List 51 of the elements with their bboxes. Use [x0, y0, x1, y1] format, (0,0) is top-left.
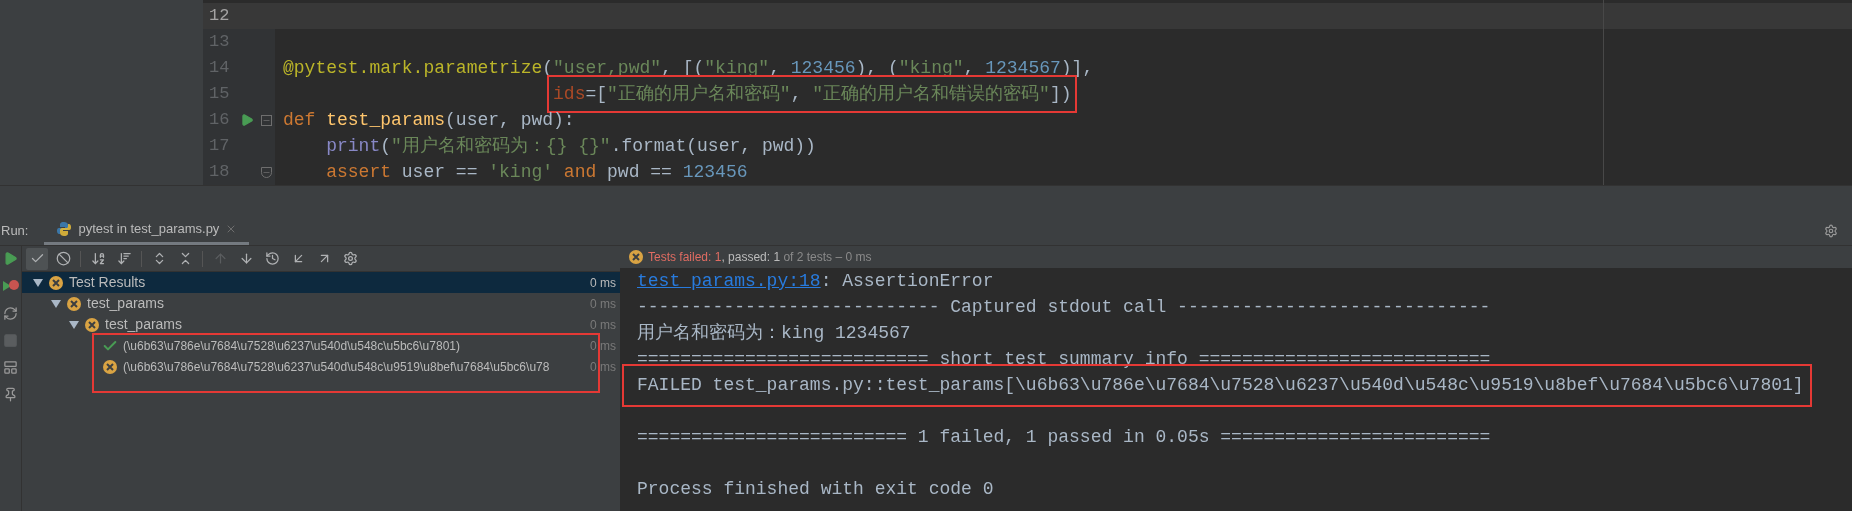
settings-icon [342, 251, 358, 266]
tree-label: Test Results [69, 273, 146, 292]
sort-icon [116, 251, 132, 266]
layout-icon[interactable] [3, 360, 18, 375]
settings-icon[interactable] [1824, 223, 1838, 238]
output-line: =========================== short test summary info =========================== [637, 347, 1491, 371]
python-icon [56, 221, 73, 237]
line-number: 12 [208, 5, 231, 28]
refresh-icon[interactable] [3, 306, 18, 321]
output-text: : AssertionError [820, 269, 994, 293]
output-line: ========================= 1 failed, 1 passed in 0.05s ========================= [637, 425, 1491, 449]
duration-text: 0 ms [590, 274, 616, 292]
ban-icon [55, 251, 71, 266]
tree-row[interactable]: test_params 0 ms [22, 293, 620, 314]
duration-text: 0 ms [590, 295, 616, 313]
code-line: def test_params(user, pwd): [283, 110, 575, 130]
code-line: ids=["正确的用户名和密码", "正确的用户名和错误的密码"]) [553, 83, 1072, 106]
clock-icon [264, 251, 280, 266]
rerun-failed-icon[interactable] [1, 278, 20, 294]
tree-label: test_params [87, 294, 165, 313]
output-line: 用户名和密码为：king 1234567 [637, 321, 911, 345]
show-passed-button[interactable] [26, 247, 48, 270]
panel-label: Run: [0, 221, 30, 240]
tree-row[interactable]: Test Results 0 ms [22, 272, 620, 293]
sort-alpha-icon [90, 251, 106, 266]
run-tab[interactable]: pytest in test_params.py [44, 216, 250, 245]
code-line: assert user == 'king' and pwd == 123456 [326, 162, 748, 182]
tree-label: (\u6b63\u786e\u7684\u7528\u6237\u540d\u548c\u9519\u8bef\u7684\u5bc6\u78 [123, 358, 550, 376]
test-status-text: Tests failed: 1, passed: 1 of 2 tests – 0 ms [648, 249, 872, 266]
tree-label: (\u6b63\u786e\u7684\u7528\u6237\u540d\u548c\u5bc6\u7801) [123, 337, 460, 355]
run-icon[interactable] [240, 113, 254, 127]
down-arrow-icon [238, 251, 254, 266]
fold-icon[interactable] [260, 114, 272, 126]
run-icon[interactable] [3, 251, 18, 266]
tree-row[interactable]: (\u6b63\u786e\u7684\u7528\u6237\u540d\u548c\u9519\u8bef\u7684\u5bc6\u78 0 ms [22, 356, 620, 377]
output-line: ---------------------------- Captured stdout call ----------------------------- [637, 295, 1491, 319]
tree-row[interactable]: (\u6b63\u786e\u7684\u7528\u6237\u540d\u548c\u5bc6\u7801) 0 ms [22, 335, 620, 356]
duration-text: 0 ms [590, 316, 616, 334]
expand-arrow-icon[interactable] [33, 278, 43, 287]
expand-arrow-icon[interactable] [69, 320, 79, 329]
code-line: print("用户名和密码为：{} {}".format(user, pwd)) [326, 136, 816, 156]
tree-label: test_params [105, 315, 183, 334]
duration-text: 0 ms [590, 358, 616, 376]
output-line: FAILED test_params.py::test_params[\u6b63\u786e\u7684\u7528\u6237\u540d\u548c\u9519\u8bef\u7684\u5bc6\u7801] [637, 374, 1804, 395]
output-line: Process finished with exit code 0 [637, 477, 994, 501]
tree-row[interactable]: test_params 0 ms [22, 314, 620, 335]
pin-icon[interactable] [3, 387, 18, 402]
duration-text: 0 ms [590, 337, 616, 355]
failed-icon [628, 249, 644, 265]
expand-arrow-icon[interactable] [51, 299, 61, 308]
source-link[interactable]: test_params.py:18 [637, 267, 821, 295]
